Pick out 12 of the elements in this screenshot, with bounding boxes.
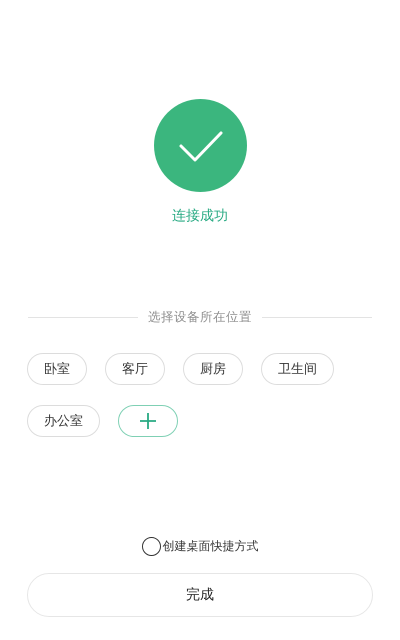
location-chip[interactable]: 卧室 bbox=[27, 353, 87, 385]
status-message: 连接成功 bbox=[172, 207, 228, 226]
location-chip[interactable]: 卫生间 bbox=[261, 353, 334, 385]
done-button[interactable]: 完成 bbox=[27, 573, 373, 617]
shortcut-checkbox[interactable] bbox=[142, 537, 160, 556]
plus-icon bbox=[140, 413, 156, 429]
location-chip[interactable]: 厨房 bbox=[183, 353, 243, 385]
location-chip[interactable]: 客厅 bbox=[105, 353, 165, 385]
location-chip[interactable]: 办公室 bbox=[27, 405, 100, 437]
shortcut-label: 创建桌面快捷方式 bbox=[162, 538, 258, 555]
section-title: 选择设备所在位置 bbox=[148, 309, 252, 326]
success-check-icon bbox=[154, 99, 246, 192]
